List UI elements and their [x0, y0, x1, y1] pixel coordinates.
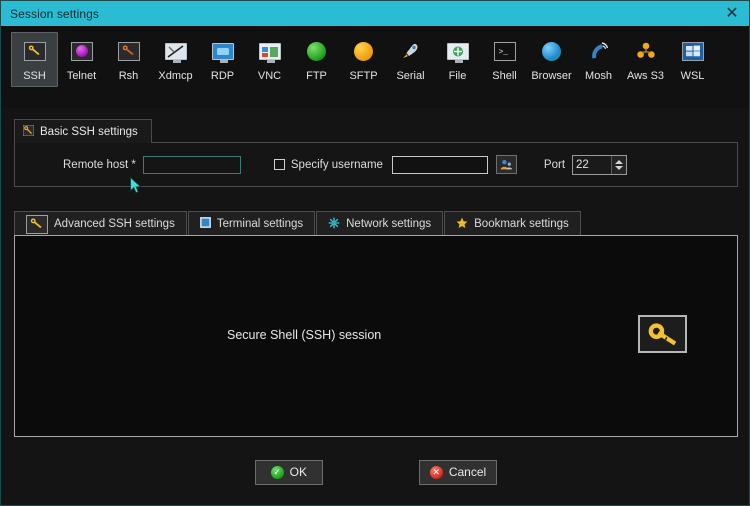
terminal-icon	[199, 216, 212, 231]
session-type-vnc[interactable]: VNC	[246, 32, 293, 87]
session-type-ftp[interactable]: FTP	[293, 32, 340, 87]
ssh-key-icon	[22, 124, 35, 139]
ssh-key-icon	[26, 214, 48, 234]
sftp-globe-icon	[352, 39, 376, 63]
session-description: Secure Shell (SSH) session	[227, 328, 382, 342]
session-type-toolbar: SSH Telnet Rsh Xdmcp RDP VNC FTP SFTP Se…	[1, 26, 749, 108]
session-type-label: Mosh	[585, 70, 612, 82]
ok-button[interactable]: ✓ OK	[254, 459, 323, 485]
cancel-button[interactable]: ✕ Cancel	[418, 459, 498, 485]
session-type-label: Rsh	[118, 70, 139, 82]
specify-username-checkbox[interactable]	[273, 159, 285, 170]
rsh-key-icon	[117, 39, 141, 63]
session-type-mosh[interactable]: Mosh	[575, 32, 622, 87]
basic-ssh-settings-group: Basic SSH settings Remote host * Specify…	[14, 119, 738, 187]
session-type-wsl[interactable]: WSL	[669, 32, 716, 87]
network-icon	[328, 217, 340, 232]
user-picker-icon[interactable]	[495, 155, 517, 174]
tab-network-settings[interactable]: Network settings	[316, 211, 444, 236]
session-type-serial[interactable]: Serial	[387, 32, 434, 87]
session-type-rsh[interactable]: Rsh	[105, 32, 152, 87]
mosh-satellite-icon	[587, 39, 611, 63]
chevron-down-icon[interactable]	[615, 165, 624, 170]
rdp-monitor-icon	[211, 39, 235, 63]
basic-ssh-settings-tab-label: Basic SSH settings	[40, 125, 138, 138]
session-type-xdmcp[interactable]: Xdmcp	[152, 32, 199, 87]
session-preview-panel: Secure Shell (SSH) session	[14, 235, 738, 437]
session-type-label: Xdmcp	[158, 70, 193, 82]
session-type-ssh[interactable]: SSH	[11, 32, 58, 87]
telnet-sphere-icon	[70, 39, 94, 63]
aws-s3-icon	[634, 39, 658, 63]
tab-terminal-settings[interactable]: Terminal settings	[187, 211, 316, 236]
check-circle-icon: ✓	[270, 465, 284, 479]
tab-label: Bookmark settings	[474, 218, 569, 230]
tab-label: Network settings	[346, 218, 432, 230]
port-label: Port	[543, 158, 566, 171]
serial-rocket-icon	[399, 39, 423, 63]
session-type-label: Browser	[531, 70, 572, 82]
browser-globe-icon	[540, 39, 564, 63]
session-type-label: Shell	[492, 70, 517, 82]
cancel-button-label: Cancel	[448, 465, 487, 479]
dialog-footer: ✓ OK ✕ Cancel	[1, 456, 749, 488]
basic-ssh-settings-body: Remote host * Specify username Port	[14, 142, 738, 187]
session-type-label: SSH	[23, 70, 46, 82]
port-spinner-arrows[interactable]	[611, 155, 627, 174]
tab-label: Advanced SSH settings	[54, 218, 175, 230]
tab-label: Terminal settings	[216, 218, 304, 230]
session-type-label: VNC	[257, 70, 282, 82]
settings-tabstrip: Advanced SSH settings Terminal settings …	[14, 210, 738, 236]
session-type-aws-s3[interactable]: Aws S3	[622, 32, 669, 87]
ok-button-label: OK	[289, 465, 307, 479]
session-type-telnet[interactable]: Telnet	[58, 32, 105, 87]
session-settings-dialog: Session settings ✕ SSH Telnet Rsh Xdmcp …	[0, 0, 750, 506]
session-type-label: SFTP	[349, 70, 378, 82]
titlebar: Session settings ✕	[1, 1, 749, 26]
remote-host-input[interactable]	[142, 155, 241, 174]
cross-circle-icon: ✕	[429, 465, 443, 479]
port-stepper[interactable]	[572, 154, 628, 175]
username-input[interactable]	[391, 155, 488, 174]
xdmcp-monitor-icon	[164, 39, 188, 63]
key-icon	[638, 315, 687, 353]
vnc-monitor-icon	[258, 39, 282, 63]
svg-text:>_: >_	[498, 48, 508, 57]
session-type-label: Serial	[396, 70, 425, 82]
port-input[interactable]	[573, 155, 612, 174]
session-type-rdp[interactable]: RDP	[199, 32, 246, 87]
tab-bookmark-settings[interactable]: Bookmark settings	[444, 211, 581, 236]
window-title: Session settings	[10, 6, 99, 21]
shell-terminal-icon: >_	[493, 39, 517, 63]
wsl-window-icon	[681, 39, 705, 63]
specify-username-label: Specify username	[290, 158, 383, 171]
tab-advanced-ssh-settings[interactable]: Advanced SSH settings	[14, 211, 187, 236]
basic-ssh-settings-tab[interactable]: Basic SSH settings	[14, 119, 152, 143]
session-type-label: Aws S3	[626, 70, 665, 82]
ssh-key-icon	[23, 39, 47, 63]
session-type-label: File	[448, 70, 467, 82]
session-type-file[interactable]: File	[434, 32, 481, 87]
file-monitor-icon	[446, 39, 470, 63]
session-type-label: RDP	[210, 70, 235, 82]
session-type-label: FTP	[306, 70, 327, 82]
session-type-sftp[interactable]: SFTP	[340, 32, 387, 87]
star-icon	[456, 217, 468, 232]
remote-host-label: Remote host *	[63, 158, 136, 171]
session-type-browser[interactable]: Browser	[528, 32, 575, 87]
ftp-globe-icon	[305, 39, 329, 63]
close-icon[interactable]: ✕	[719, 3, 745, 25]
session-type-label: Telnet	[66, 70, 97, 82]
chevron-up-icon[interactable]	[615, 159, 624, 164]
session-type-label: WSL	[680, 70, 705, 82]
session-type-shell[interactable]: >_ Shell	[481, 32, 528, 87]
